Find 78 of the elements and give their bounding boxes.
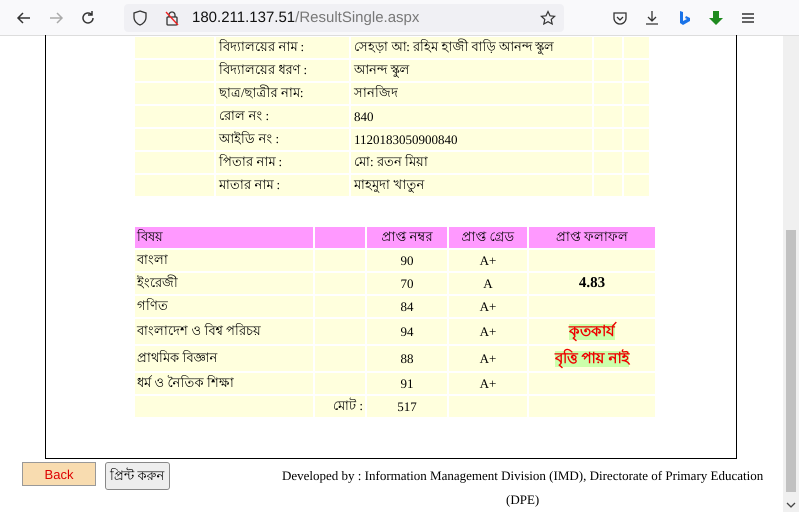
grade-cell: A+ (449, 373, 527, 394)
marks-cell: 84 (367, 296, 447, 317)
down-arrow-icon[interactable] (708, 10, 724, 26)
info-label: বিদ্যালয়ের ধরণ : (216, 60, 349, 81)
column-header: বিষয় (135, 227, 313, 248)
print-button[interactable]: প্রিন্ট করুন (105, 462, 170, 490)
info-value: মাহমুদা খাতুন (351, 175, 592, 196)
column-header: প্রাপ্ত গ্রেড (449, 227, 527, 248)
info-value: 1120183050900840 (351, 129, 592, 150)
info-value: সানজিদ (351, 83, 592, 104)
reload-icon[interactable] (80, 10, 96, 26)
marks-cell: 70 (367, 273, 447, 294)
info-label: রোল নং : (216, 106, 349, 127)
info-label: বিদ্যালয়ের নাম : (216, 37, 349, 58)
table-cell (594, 83, 622, 104)
address-bar[interactable]: 180.211.137.51/ResultSingle.aspx (124, 4, 564, 32)
table-cell (315, 373, 365, 394)
table-cell (594, 106, 622, 127)
column-header: প্রাপ্ত নম্বর (367, 227, 447, 248)
scrollbar[interactable] (783, 36, 799, 512)
insecure-lock-icon (164, 10, 180, 26)
info-label: ছাত্র/ছাত্রীর নাম: (216, 83, 349, 104)
grade-cell: A+ (449, 346, 527, 371)
table-cell (624, 37, 649, 58)
table-cell (624, 175, 649, 196)
table-cell (594, 175, 622, 196)
marks-cell: 88 (367, 346, 447, 371)
subject-cell: বাংলা (135, 250, 313, 271)
scroll-down-icon[interactable] (786, 502, 796, 508)
info-label: আইডি নং : (216, 129, 349, 150)
table-cell (315, 346, 365, 371)
total-label: মোট : (315, 396, 365, 417)
grade-cell: A+ (449, 250, 527, 271)
marks-cell: 94 (367, 319, 447, 344)
shield-icon (132, 10, 148, 26)
subject-cell: প্রাথমিক বিজ্ঞান (135, 346, 313, 371)
info-value: সেহড়া আ: রহিম হাজী বাড়ি আনন্দ স্কুল (351, 37, 592, 58)
table-cell (624, 83, 649, 104)
subject-cell: গণিত (135, 296, 313, 317)
info-value: আনন্দ স্কুল (351, 60, 592, 81)
table-cell (594, 37, 622, 58)
scrollbar-thumb[interactable] (786, 230, 796, 492)
table-cell (594, 129, 622, 150)
download-icon[interactable] (644, 10, 660, 26)
subject-cell: বাংলাদেশ ও বিশ্ব পরিচয় (135, 319, 313, 344)
marks-cell: 90 (367, 250, 447, 271)
info-value: মো: রতন মিয়া (351, 152, 592, 173)
table-cell (624, 152, 649, 173)
table-cell (624, 60, 649, 81)
info-label: মাতার নাম : (216, 175, 349, 196)
table-cell (315, 273, 365, 294)
table-cell (315, 296, 365, 317)
table-cell (594, 152, 622, 173)
footer-text: Developed by : Information Management Division (IMD), Directorate of Primary Education (DPE) (281, 467, 764, 509)
total-cell: 517 (367, 396, 447, 417)
pocket-icon[interactable] (612, 10, 628, 26)
table-cell (315, 250, 365, 271)
grade-cell: A (449, 273, 527, 294)
back-icon[interactable] (16, 10, 32, 26)
url-text: 180.211.137.51/ResultSingle.aspx (192, 9, 420, 26)
column-header: প্রাপ্ত ফলাফল (529, 227, 655, 248)
info-label: পিতার নাম : (216, 152, 349, 173)
back-button[interactable]: Back (22, 462, 96, 486)
grade-cell: A+ (449, 319, 527, 344)
gpa-cell: 4.83 (529, 273, 655, 294)
subject-cell: ধর্ম ও নৈতিক শিক্ষা (135, 373, 313, 394)
info-value: 840 (351, 106, 592, 127)
table-cell (624, 129, 649, 150)
table-cell (315, 319, 365, 344)
table-cell (624, 106, 649, 127)
bookmark-star-icon[interactable] (540, 10, 556, 26)
grade-cell: A+ (449, 296, 527, 317)
result-status-cell: কৃতকার্য (529, 319, 655, 344)
subject-cell: ইংরেজী (135, 273, 313, 294)
table-cell (594, 60, 622, 81)
column-header (315, 227, 365, 248)
result-status-cell: বৃত্তি পায় নাই (529, 346, 655, 371)
marks-cell: 91 (367, 373, 447, 394)
